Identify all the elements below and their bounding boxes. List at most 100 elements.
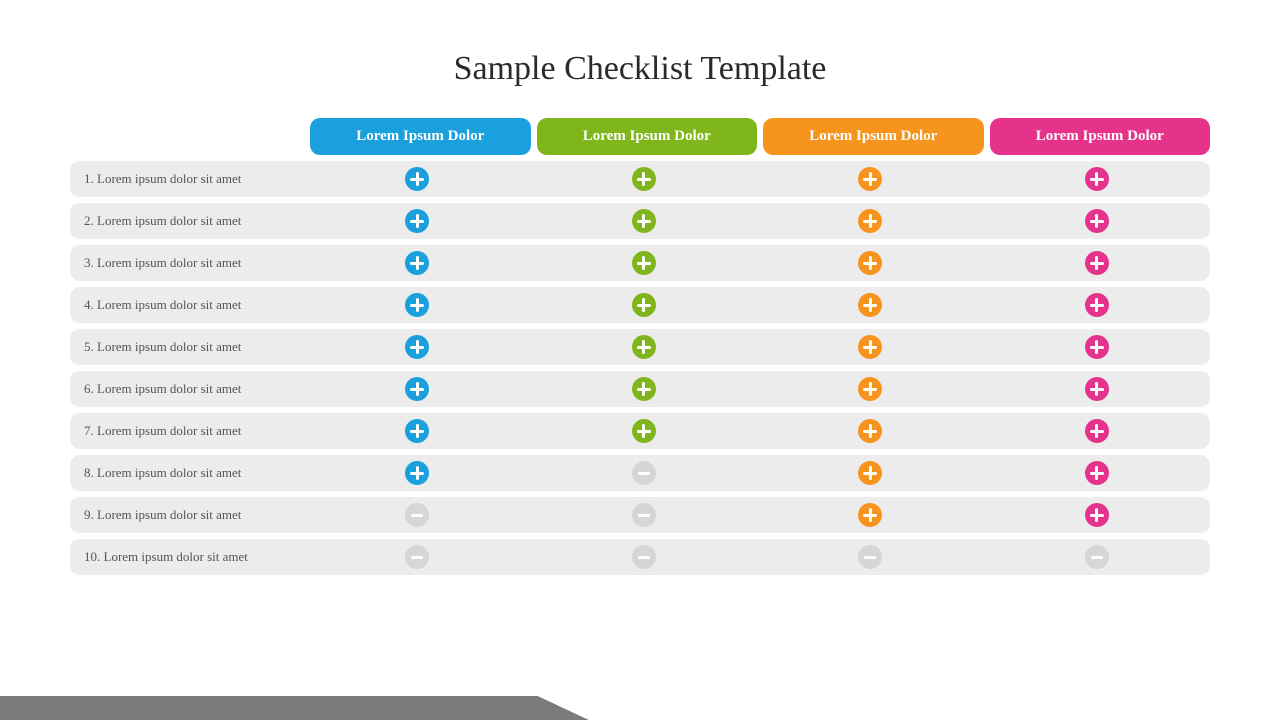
table-cell xyxy=(304,293,531,317)
table-row: 8. Lorem ipsum dolor sit amet xyxy=(70,455,1210,491)
table-cell xyxy=(984,377,1211,401)
row-label: 9. Lorem ipsum dolor sit amet xyxy=(70,507,304,523)
row-label: 8. Lorem ipsum dolor sit amet xyxy=(70,465,304,481)
table-cell xyxy=(984,335,1211,359)
table-cell xyxy=(304,167,531,191)
plus-icon xyxy=(632,251,656,275)
table-cell xyxy=(757,461,984,485)
table-cell xyxy=(757,293,984,317)
plus-icon xyxy=(1085,209,1109,233)
plus-icon xyxy=(632,377,656,401)
row-label: 1. Lorem ipsum dolor sit amet xyxy=(70,171,304,187)
table-cell xyxy=(531,293,758,317)
plus-icon xyxy=(405,377,429,401)
footer-accent-shape xyxy=(0,696,1280,720)
plus-icon xyxy=(858,335,882,359)
plus-icon xyxy=(1085,461,1109,485)
checklist-table: Lorem Ipsum Dolor Lorem Ipsum Dolor Lore… xyxy=(70,118,1210,575)
column-header-1: Lorem Ipsum Dolor xyxy=(310,118,531,155)
table-row: 9. Lorem ipsum dolor sit amet xyxy=(70,497,1210,533)
minus-icon xyxy=(632,545,656,569)
minus-icon xyxy=(405,503,429,527)
row-label: 3. Lorem ipsum dolor sit amet xyxy=(70,255,304,271)
table-row: 6. Lorem ipsum dolor sit amet xyxy=(70,371,1210,407)
table-cell xyxy=(984,419,1211,443)
table-cell xyxy=(984,503,1211,527)
table-cell xyxy=(304,419,531,443)
minus-icon xyxy=(405,545,429,569)
plus-icon xyxy=(858,503,882,527)
table-cell xyxy=(531,461,758,485)
plus-icon xyxy=(632,167,656,191)
minus-icon xyxy=(858,545,882,569)
table-cell xyxy=(304,251,531,275)
page-title: Sample Checklist Template xyxy=(0,0,1280,118)
table-cell xyxy=(757,377,984,401)
table-cell xyxy=(531,419,758,443)
table-cell xyxy=(984,167,1211,191)
plus-icon xyxy=(632,335,656,359)
plus-icon xyxy=(1085,503,1109,527)
plus-icon xyxy=(632,209,656,233)
plus-icon xyxy=(632,293,656,317)
table-cell xyxy=(757,503,984,527)
plus-icon xyxy=(858,251,882,275)
plus-icon xyxy=(858,293,882,317)
table-cell xyxy=(304,377,531,401)
plus-icon xyxy=(858,209,882,233)
table-cell xyxy=(531,167,758,191)
table-row: 5. Lorem ipsum dolor sit amet xyxy=(70,329,1210,365)
minus-icon xyxy=(632,503,656,527)
plus-icon xyxy=(632,419,656,443)
table-cell xyxy=(531,545,758,569)
table-cell xyxy=(757,419,984,443)
table-cell xyxy=(304,545,531,569)
table-body: 1. Lorem ipsum dolor sit amet 2. Lorem ip… xyxy=(70,161,1210,575)
table-cell xyxy=(531,335,758,359)
plus-icon xyxy=(405,293,429,317)
table-cell xyxy=(984,461,1211,485)
plus-icon xyxy=(405,251,429,275)
table-row: 3. Lorem ipsum dolor sit amet xyxy=(70,245,1210,281)
table-cell xyxy=(984,293,1211,317)
plus-icon xyxy=(1085,251,1109,275)
header-spacer xyxy=(70,118,304,155)
plus-icon xyxy=(1085,377,1109,401)
plus-icon xyxy=(1085,335,1109,359)
slide: Sample Checklist Template Lorem Ipsum Do… xyxy=(0,0,1280,720)
table-cell xyxy=(757,335,984,359)
plus-icon xyxy=(405,209,429,233)
table-row: 7. Lorem ipsum dolor sit amet xyxy=(70,413,1210,449)
table-row: 2. Lorem ipsum dolor sit amet xyxy=(70,203,1210,239)
plus-icon xyxy=(405,335,429,359)
minus-icon xyxy=(632,461,656,485)
table-cell xyxy=(757,545,984,569)
table-cell xyxy=(304,503,531,527)
plus-icon xyxy=(1085,293,1109,317)
table-cell xyxy=(757,251,984,275)
plus-icon xyxy=(1085,167,1109,191)
plus-icon xyxy=(405,167,429,191)
table-cell xyxy=(757,167,984,191)
column-header-3: Lorem Ipsum Dolor xyxy=(763,118,984,155)
row-label: 6. Lorem ipsum dolor sit amet xyxy=(70,381,304,397)
table-cell xyxy=(531,503,758,527)
row-label: 2. Lorem ipsum dolor sit amet xyxy=(70,213,304,229)
table-cell xyxy=(984,545,1211,569)
column-header-4: Lorem Ipsum Dolor xyxy=(990,118,1211,155)
column-header-2: Lorem Ipsum Dolor xyxy=(537,118,758,155)
table-cell xyxy=(984,251,1211,275)
table-cell xyxy=(304,461,531,485)
plus-icon xyxy=(1085,419,1109,443)
table-cell xyxy=(531,251,758,275)
row-label: 5. Lorem ipsum dolor sit amet xyxy=(70,339,304,355)
table-cell xyxy=(757,209,984,233)
table-cell xyxy=(531,377,758,401)
minus-icon xyxy=(1085,545,1109,569)
plus-icon xyxy=(858,461,882,485)
plus-icon xyxy=(858,377,882,401)
plus-icon xyxy=(858,419,882,443)
table-cell xyxy=(304,209,531,233)
table-cell xyxy=(304,335,531,359)
table-cell xyxy=(984,209,1211,233)
